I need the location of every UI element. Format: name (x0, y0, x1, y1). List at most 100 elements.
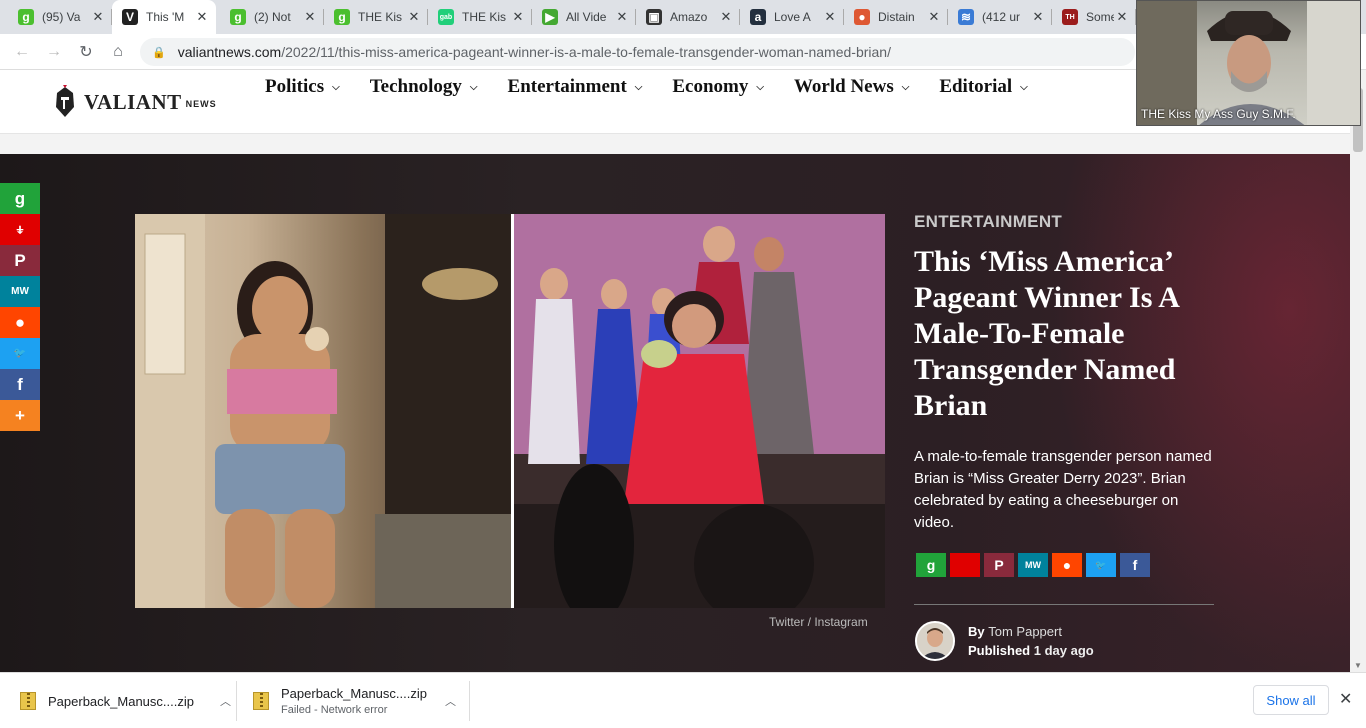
more-icon[interactable]: + (0, 400, 40, 431)
download-status: Failed - Network error (281, 704, 388, 716)
tab-close-icon[interactable]: ✕ (926, 9, 942, 25)
brand-text: VALIANT (84, 89, 182, 114)
mewe-icon[interactable]: MW (0, 276, 40, 307)
tab-title: THE Kis (462, 10, 507, 24)
article-headline: This ‘Miss America’ Pageant Winner Is A … (914, 245, 1179, 422)
browser-tab[interactable]: g (95) Va ✕ (8, 0, 112, 34)
nav-item-politics[interactable]: Politics ⌵ (265, 76, 340, 98)
browser-tab[interactable]: ≋ (412 ur ✕ (948, 0, 1052, 34)
tab-favicon-icon: g (18, 9, 34, 25)
download-separator (236, 681, 237, 721)
tab-title: (2) Not (254, 10, 291, 24)
facebook-icon[interactable]: f (0, 369, 40, 400)
article-photo-right[interactable] (514, 214, 885, 608)
published-line: Published 1 day ago (968, 643, 1094, 658)
browser-tab[interactable]: ● Distain ✕ (844, 0, 948, 34)
tab-close-icon[interactable]: ✕ (406, 9, 422, 25)
nav-label: World News (793, 76, 894, 97)
tab-close-icon[interactable]: ✕ (614, 9, 630, 25)
url-path: /2022/11/this-miss-america-pageant-winne… (281, 44, 891, 60)
tab-favicon-icon: ▶ (542, 9, 558, 25)
photo-credit: Twitter / Instagram (769, 615, 868, 629)
facebook-icon[interactable]: f (1120, 553, 1150, 577)
header-spacer (0, 134, 1366, 154)
article-share-buttons: g P MW ● 🐦 f (916, 553, 1150, 577)
tab-title: (95) Va (42, 10, 81, 24)
download-item[interactable]: Paperback_Manusc....zip Failed - Network… (253, 679, 456, 723)
nav-label: Politics (265, 76, 325, 97)
lock-icon: 🔒 (152, 46, 166, 59)
article-category[interactable]: ENTERTAINMENT (914, 212, 1062, 232)
chevron-down-icon: ⌵ (332, 81, 340, 93)
gettr-icon[interactable]: ⍖ (0, 214, 40, 245)
published-label: Published (968, 643, 1031, 658)
chevron-down-icon: ⌵ (469, 81, 478, 93)
parler-icon[interactable]: P (984, 553, 1014, 577)
reload-icon[interactable]: ↻ (74, 40, 98, 64)
knight-helmet-icon (56, 85, 74, 117)
page-scrollbar[interactable] (1350, 70, 1366, 672)
tab-close-icon[interactable]: ✕ (822, 9, 838, 25)
author-avatar[interactable] (915, 621, 955, 661)
forward-arrow-icon[interactable]: → (42, 40, 66, 64)
mewe-icon[interactable]: MW (1018, 553, 1048, 577)
tab-title: This 'M (146, 10, 185, 24)
tab-title: THE Kis (358, 10, 403, 24)
nav-label: Editorial (939, 76, 1013, 97)
download-item[interactable]: Paperback_Manusc....zip ︿ (20, 679, 231, 723)
tab-title: Distain (878, 10, 915, 24)
tab-title: Love A (774, 10, 811, 24)
reddit-icon[interactable]: ● (1052, 553, 1082, 577)
author-name[interactable]: Tom Pappert (988, 624, 1062, 639)
home-icon[interactable]: ⌂ (106, 40, 130, 64)
gab-icon[interactable]: g (916, 553, 946, 577)
gab-icon[interactable]: g (0, 183, 40, 214)
webcam-overlay: THE Kiss My Ass Guy S.M.F. (1136, 0, 1361, 126)
browser-tab[interactable]: g THE Kis ✕ (324, 0, 428, 34)
reddit-icon[interactable]: ● (0, 307, 40, 338)
browser-tab[interactable]: ▶ All Vide ✕ (532, 0, 636, 34)
tab-favicon-icon: ● (854, 9, 870, 25)
browser-tab[interactable]: ▣ Amazo ✕ (636, 0, 740, 34)
chevron-up-icon[interactable]: ︿ (220, 693, 231, 709)
tab-close-icon[interactable]: ✕ (718, 9, 734, 25)
browser-tab[interactable]: TH Someth✕ (1052, 0, 1136, 34)
tab-close-icon[interactable]: ✕ (1030, 9, 1046, 25)
address-bar[interactable]: 🔒 valiantnews.com/2022/11/this-miss-amer… (140, 38, 1135, 66)
nav-item-editorial[interactable]: Editorial ⌵ (939, 76, 1027, 98)
article-summary: A male-to-female transgender person name… (914, 448, 1212, 531)
browser-tab[interactable]: g (2) Not ✕ (220, 0, 324, 34)
back-arrow-icon[interactable]: ← (10, 40, 34, 64)
browser-tab[interactable]: V This 'M ✕ (112, 0, 216, 34)
tab-close-icon[interactable]: ✕ (194, 9, 210, 25)
site-logo[interactable]: VALIANT NEWS (52, 82, 217, 122)
nav-item-economy[interactable]: Economy ⌵ (672, 76, 764, 98)
nav-item-entertainment[interactable]: Entertainment ⌵ (508, 76, 643, 98)
tab-title: Amazo (670, 10, 708, 24)
close-icon[interactable]: ✕ (1339, 689, 1352, 709)
chevron-up-icon[interactable]: ︿ (445, 693, 456, 709)
chevron-down-icon: ⌵ (901, 81, 910, 93)
twitter-icon[interactable]: 🐦 (1086, 553, 1116, 577)
tab-close-icon[interactable]: ✕ (302, 9, 318, 25)
scroll-down-arrow-icon[interactable]: ▼ (1350, 658, 1366, 672)
gettr-icon[interactable] (950, 553, 980, 577)
browser-tab[interactable]: gab THE Kis ✕ (428, 0, 532, 34)
twitter-icon[interactable]: 🐦 (0, 338, 40, 369)
tab-favicon-icon: gab (438, 9, 454, 25)
tab-close-icon[interactable]: ✕ (1114, 9, 1130, 25)
nav-item-world-news[interactable]: World News ⌵ (794, 76, 909, 98)
tab-favicon-icon: g (334, 9, 350, 25)
nav-item-technology[interactable]: Technology ⌵ (370, 76, 478, 98)
parler-icon[interactable]: P (0, 245, 40, 276)
chevron-down-icon: ⌵ (756, 81, 764, 93)
show-all-downloads-button[interactable]: Show all (1253, 685, 1329, 715)
article-photo-left[interactable] (135, 214, 511, 608)
url-host: valiantnews.com (177, 44, 282, 60)
webcam-label: THE Kiss My Ass Guy S.M.F. (1141, 107, 1296, 121)
byline: By Tom Pappert (968, 624, 1062, 639)
tab-close-icon[interactable]: ✕ (90, 9, 106, 25)
tab-close-icon[interactable]: ✕ (510, 9, 526, 25)
browser-tab[interactable]: a Love A ✕ (740, 0, 844, 34)
download-separator (469, 681, 470, 721)
